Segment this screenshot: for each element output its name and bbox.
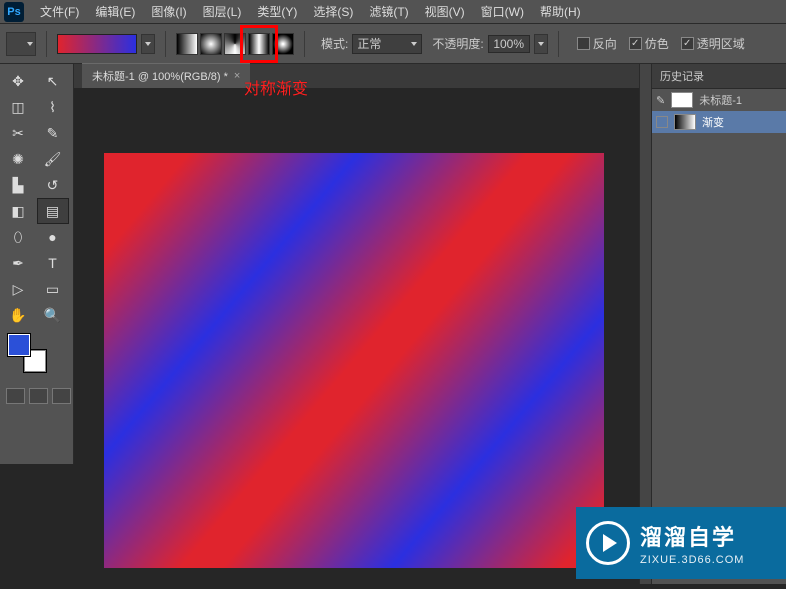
blend-mode-select[interactable]: 正常 [352,34,422,54]
color-swatches [2,328,71,372]
menu-window[interactable]: 窗口(W) [473,0,532,23]
opacity-value[interactable]: 100% [488,35,530,53]
menu-type[interactable]: 类型(Y) [249,0,305,23]
history-panel: 历史记录 ✎ 未标题-1 渐变 [651,64,786,584]
hand-tool[interactable]: ✋ [2,302,34,328]
annotation-label: 对称渐变 [244,75,308,99]
dodge-tool[interactable]: ● [37,224,69,250]
watermark-title: 溜溜自学 [640,520,744,552]
toolbox: ✥ ↖ ◫ ⌇ ✂ ✎ ✺ 🖌 ▙ ↺ ◧ ▤ ⬯ ● ✒ T ▷ ▭ ✋ 🔍 [0,64,74,464]
crop-tool[interactable]: ✂ [2,120,34,146]
reverse-label: 反向 [593,35,617,52]
dither-label: 仿色 [645,35,669,52]
zoom-tool[interactable]: 🔍 [37,302,69,328]
path-select-tool[interactable]: ▷ [2,276,34,302]
gradient-type-angle[interactable] [224,33,246,55]
menu-file[interactable]: 文件(F) [32,0,87,23]
menu-filter[interactable]: 滤镜(T) [361,0,416,23]
move-tool[interactable]: ✥ [2,68,34,94]
mode-label: 模式: [321,35,348,52]
history-panel-tab[interactable]: 历史记录 [652,64,786,89]
history-state-checkbox[interactable] [656,116,668,128]
snapshot-label: 未标题-1 [699,92,742,108]
app-logo: Ps [4,2,24,22]
panel-dock-collapsed[interactable] [639,64,651,584]
pen-tool[interactable]: ✒ [2,250,34,276]
quickmask-toggle[interactable] [6,388,25,404]
menu-view[interactable]: 视图(V) [417,0,473,23]
watermark: 溜溜自学 ZIXUE.3D66.COM [576,507,786,579]
gradient-type-radial[interactable] [200,33,222,55]
divider [165,31,166,57]
gradient-type-reflected[interactable] [248,33,270,55]
tool-preset-picker[interactable] [6,32,36,56]
options-bar: 模式: 正常 不透明度: 100% 反向 仿色 透明区域 [0,24,786,64]
reverse-checkbox[interactable] [577,37,590,50]
divider [46,31,47,57]
gradient-picker[interactable] [57,34,137,54]
gradient-tool[interactable]: ▤ [37,198,69,224]
divider [304,31,305,57]
menu-bar: Ps 文件(F) 编辑(E) 图像(I) 图层(L) 类型(Y) 选择(S) 滤… [0,0,786,24]
brush-tool[interactable]: 🖌 [37,146,69,172]
close-icon[interactable]: × [234,70,240,82]
stamp-tool[interactable]: ▙ [2,172,34,198]
history-entry-label: 渐变 [702,114,724,130]
opacity-label: 不透明度: [432,35,483,52]
menu-layer[interactable]: 图层(L) [195,0,250,23]
history-entry[interactable]: 渐变 [652,111,786,133]
history-brush-tool[interactable]: ↺ [37,172,69,198]
marquee-tool[interactable]: ◫ [2,94,34,120]
gradient-step-icon [674,114,696,130]
document-tab-title: 未标题-1 @ 100%(RGB/8) * [92,68,228,84]
menu-select[interactable]: 选择(S) [305,0,361,23]
foreground-color[interactable] [8,334,30,356]
transparency-label: 透明区域 [697,35,745,52]
lasso-tool[interactable]: ⌇ [37,94,69,120]
artboard-tool[interactable]: ↖ [37,68,69,94]
gradient-type-diamond[interactable] [272,33,294,55]
eraser-tool[interactable]: ◧ [2,198,34,224]
menu-image[interactable]: 图像(I) [143,0,194,23]
healing-tool[interactable]: ✺ [2,146,34,172]
history-snapshot[interactable]: ✎ 未标题-1 [652,89,786,111]
gradient-type-linear[interactable] [176,33,198,55]
play-icon [586,521,630,565]
eyedropper-tool[interactable]: ✎ [37,120,69,146]
blur-tool[interactable]: ⬯ [2,224,34,250]
shape-tool[interactable]: ▭ [37,276,69,302]
divider [558,31,559,57]
gradient-picker-dropdown[interactable] [141,34,155,54]
watermark-url: ZIXUE.3D66.COM [640,554,744,566]
snapshot-thumbnail-icon [671,92,693,108]
menu-help[interactable]: 帮助(H) [532,0,589,23]
document-canvas[interactable] [104,153,604,568]
dither-checkbox[interactable] [629,37,642,50]
transparency-checkbox[interactable] [681,37,694,50]
document-tab[interactable]: 未标题-1 @ 100%(RGB/8) * × [82,63,250,88]
opacity-dropdown[interactable] [534,34,548,54]
blend-mode-value: 正常 [357,35,381,52]
brush-icon: ✎ [656,94,665,107]
chevron-down-icon [411,42,417,46]
gradient-type-group [176,33,294,55]
menu-edit[interactable]: 编辑(E) [87,0,143,23]
type-tool[interactable]: T [37,250,69,276]
screenmode-toggle[interactable] [29,388,48,404]
screenmode-toggle-2[interactable] [52,388,71,404]
